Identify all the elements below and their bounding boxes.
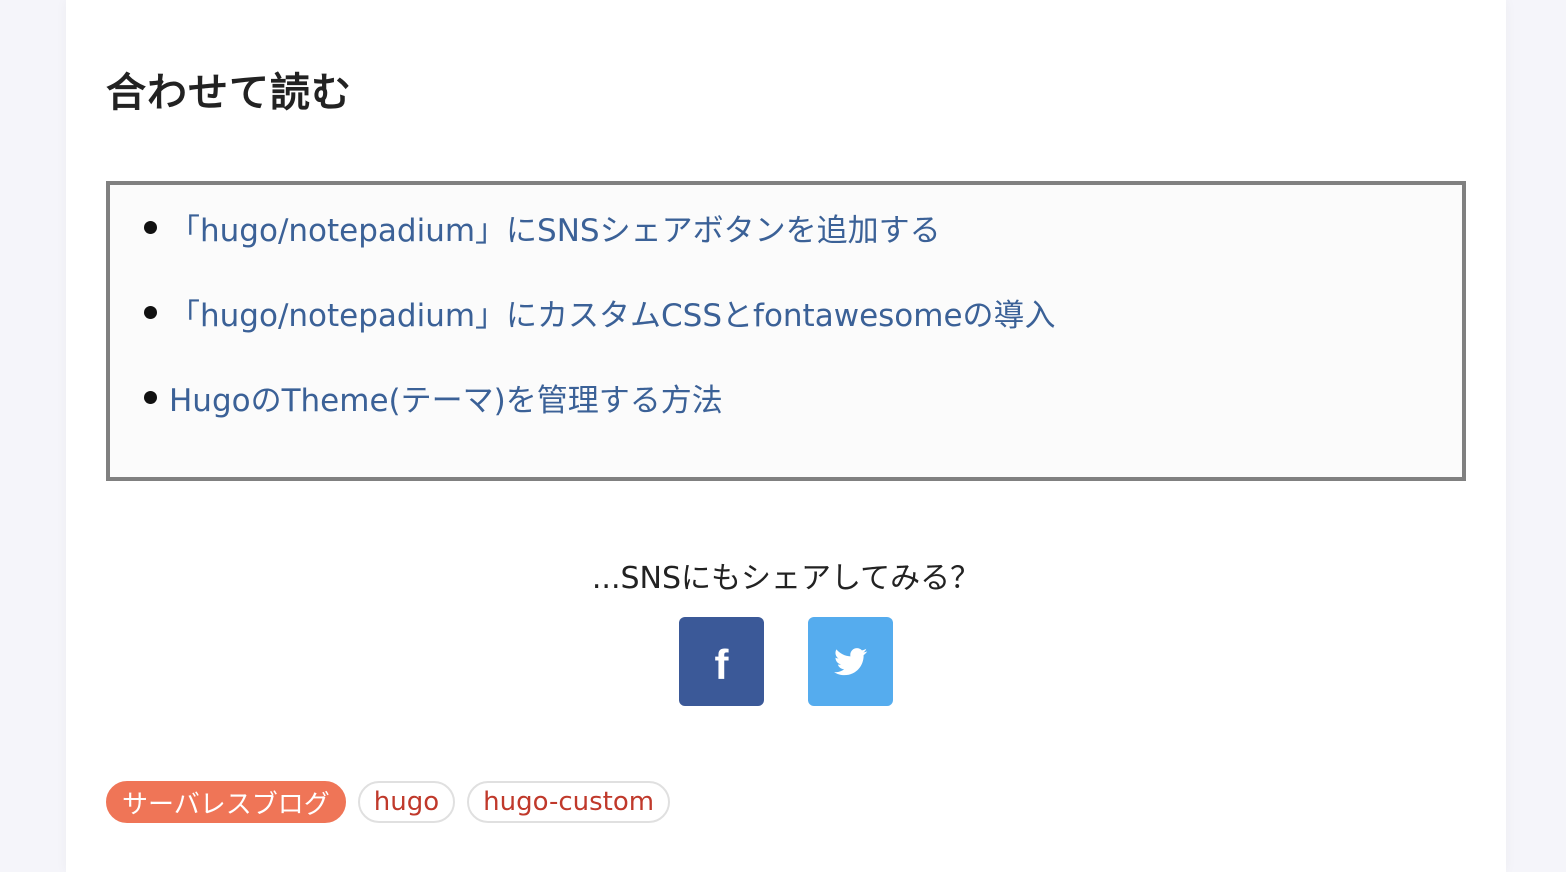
facebook-share-button[interactable]: f bbox=[679, 617, 764, 706]
bullet-icon bbox=[144, 305, 157, 319]
bullet-icon bbox=[144, 220, 157, 234]
related-link[interactable]: HugoのTheme(テーマ)を管理する方法 bbox=[169, 375, 723, 420]
related-item: 「hugo/notepadium」にカスタムCSSとfontawesomeの導入 bbox=[144, 290, 1056, 335]
related-item: HugoのTheme(テーマ)を管理する方法 bbox=[144, 375, 723, 420]
tag-hugo[interactable]: hugo bbox=[357, 781, 456, 823]
twitter-icon bbox=[833, 647, 867, 675]
related-link[interactable]: 「hugo/notepadium」にカスタムCSSとfontawesomeの導入 bbox=[169, 290, 1056, 335]
tag-hugo-custom[interactable]: hugo-custom bbox=[467, 781, 671, 823]
category-tag[interactable]: サーバレスブログ bbox=[106, 781, 346, 823]
related-articles-box: 「hugo/notepadium」にSNSシェアボタンを追加する 「hugo/n… bbox=[106, 181, 1466, 481]
related-heading: 合わせて読む bbox=[106, 70, 352, 116]
share-prompt: ...SNSにもシェアしてみる？ bbox=[591, 561, 981, 596]
article-footer: 合わせて読む 「hugo/notepadium」にSNSシェアボタンを追加する … bbox=[66, 0, 1506, 872]
facebook-icon: f bbox=[714, 640, 729, 688]
twitter-share-button[interactable] bbox=[808, 617, 893, 706]
bullet-icon bbox=[144, 390, 157, 404]
tag-list: サーバレスブログ hugo hugo-custom bbox=[106, 781, 671, 823]
related-link[interactable]: 「hugo/notepadium」にSNSシェアボタンを追加する bbox=[169, 205, 941, 250]
related-item: 「hugo/notepadium」にSNSシェアボタンを追加する bbox=[144, 205, 941, 250]
